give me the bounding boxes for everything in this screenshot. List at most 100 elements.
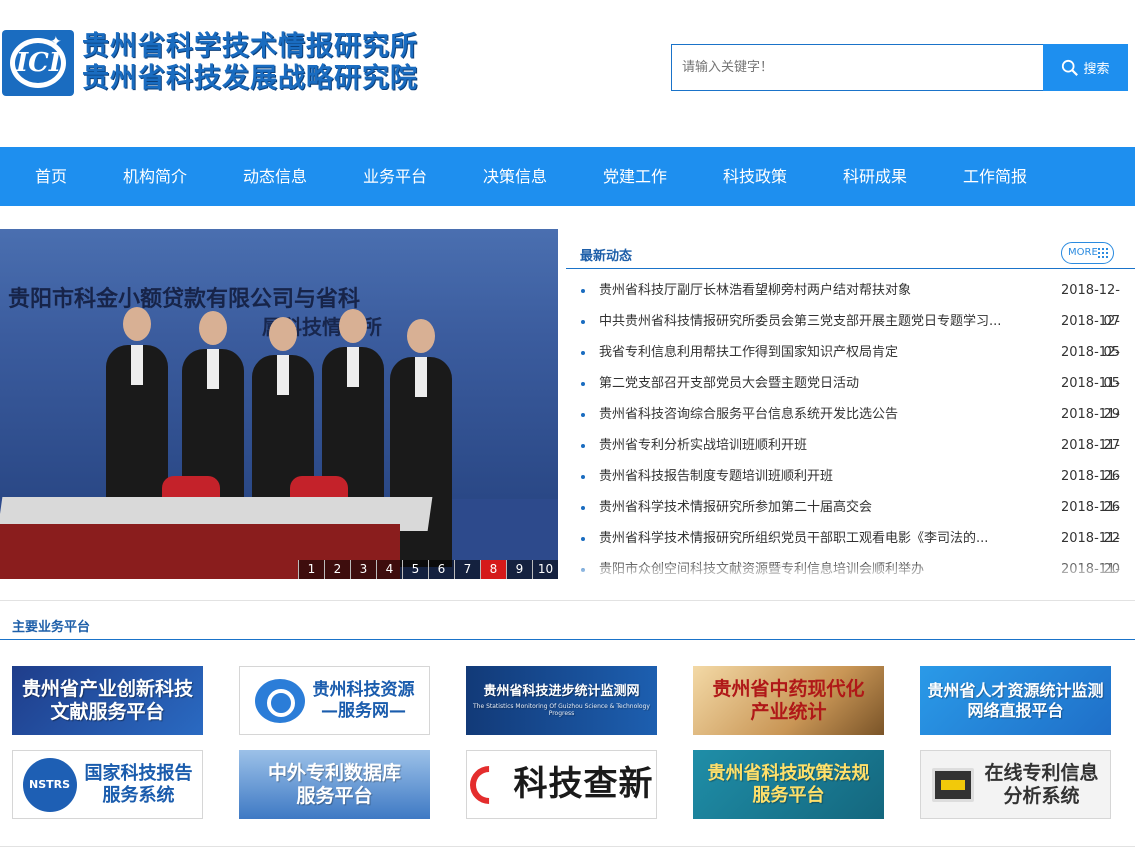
- slide-dot[interactable]: 3: [350, 560, 376, 579]
- tile-label-main: 贵州省科技进步统计监测网: [483, 683, 640, 699]
- news-fade-overlay: [566, 563, 1135, 579]
- logo-line-1: 贵州省科学技术情报研究所: [82, 31, 418, 62]
- list-item[interactable]: 贵州省专利分析实战培训班顺利开班 2018-11-26: [566, 430, 1135, 484]
- platform-tile-patent-analysis[interactable]: 在线专利信息 分析系统: [920, 750, 1111, 819]
- platform-tile-progress-monitoring[interactable]: 贵州省科技进步统计监测网 The Statistics Monitoring O…: [466, 666, 657, 735]
- slide-dot[interactable]: 7: [454, 560, 480, 579]
- latest-news: 最新动态 MORE 贵州省科技厅副厅长林浩看望柳旁村两户结对帮扶对象 2018-1…: [566, 229, 1135, 579]
- slide-dot[interactable]: 10: [532, 560, 558, 579]
- news-item-title[interactable]: 贵州省科学技术情报研究所组织党员干部职工观看电影《李司法的...: [599, 523, 1024, 554]
- list-item[interactable]: 贵州省科学技术情报研究所组织党员干部职工观看电影《李司法的... 2018-11-…: [566, 523, 1135, 577]
- news-item-title[interactable]: 贵州省专利分析实战培训班顺利开班: [599, 430, 1024, 461]
- nav-item-platforms[interactable]: 业务平台: [363, 147, 427, 206]
- globe-icon: [254, 678, 305, 723]
- slide-dot[interactable]: 1: [298, 560, 324, 579]
- nav-item-about[interactable]: 机构简介: [123, 147, 187, 206]
- search-icon: [1062, 59, 1079, 76]
- tile-label: 贵州科技资源 —服务网—: [312, 680, 415, 721]
- tile-label: 科技查新: [513, 764, 654, 805]
- image-slider[interactable]: 贵阳市科金小额贷款有限公司与省科 属科技情报所 1 2 3 4 5 6 7 8 …: [0, 229, 558, 579]
- monitor-icon: [932, 767, 975, 802]
- tile-label: 贵州省科技进步统计监测网 The Statistics Monitoring O…: [466, 668, 657, 733]
- logo-line-2: 贵州省科技发展战略研究院: [82, 63, 418, 94]
- section-divider: [0, 600, 1135, 601]
- news-title: 最新动态: [580, 249, 633, 264]
- news-item-title[interactable]: 贵州省科技咨询综合服务平台信息系统开发比选公告: [599, 399, 1024, 430]
- nav-item-news[interactable]: 动态信息: [243, 147, 307, 206]
- person-figure: [106, 307, 168, 505]
- news-list: 贵州省科技厅副厅长林浩看望柳旁村两户结对帮扶对象 2018-12-07 中共贵州省…: [566, 275, 1135, 579]
- platform-tile-nstrs[interactable]: NSTRS 国家科技报告 服务系统: [12, 750, 203, 819]
- platform-tile-patent-database[interactable]: 中外专利数据库 服务平台: [239, 750, 430, 819]
- news-item-title[interactable]: 第二党支部召开支部党员大会暨主题党日活动: [599, 368, 1024, 399]
- slide-pagination: 1 2 3 4 5 6 7 8 9 10: [298, 560, 558, 579]
- site-header: ICI ✦ 贵州省科学技术情报研究所 贵州省科技发展战略研究院 搜索: [0, 0, 1135, 147]
- list-item[interactable]: 贵州省科技厅副厅长林浩看望柳旁村两户结对帮扶对象 2018-12-07: [566, 275, 1135, 329]
- news-item-title[interactable]: 贵州省科技报告制度专题培训班顺利开班: [599, 461, 1024, 492]
- logo-text[interactable]: 贵州省科学技术情报研究所 贵州省科技发展战略研究院: [82, 31, 418, 95]
- bullet-icon: [581, 506, 585, 510]
- news-item-title[interactable]: 贵州省科技厅副厅长林浩看望柳旁村两户结对帮扶对象: [599, 275, 1024, 306]
- platform-tile-policy-regulations[interactable]: 贵州省科技政策法规 服务平台: [693, 750, 884, 819]
- nav-item-home[interactable]: 首页: [35, 147, 67, 206]
- tile-label: 贵州省中药现代化 产业统计: [712, 677, 865, 723]
- bottom-divider: [0, 846, 1135, 847]
- bullet-icon: [581, 475, 585, 479]
- search-box: [671, 44, 1043, 91]
- logo-icon[interactable]: ICI ✦: [2, 30, 74, 96]
- nav-item-policy[interactable]: 科技政策: [723, 147, 787, 206]
- nav-item-research[interactable]: 科研成果: [843, 147, 907, 206]
- slide-dot[interactable]: 5: [402, 560, 428, 579]
- platform-tile-novelty-search[interactable]: 科技查新: [466, 750, 657, 819]
- more-button[interactable]: MORE: [1061, 242, 1114, 264]
- list-item[interactable]: 贵州省科学技术情报研究所参加第二十届高交会 2018-11-22: [566, 492, 1135, 546]
- platform-section-title: 主要业务平台: [12, 620, 91, 635]
- slide-dot[interactable]: 2: [324, 560, 350, 579]
- logo-mark-text: ICI: [16, 48, 62, 78]
- search-button[interactable]: 搜索: [1043, 44, 1128, 91]
- list-item[interactable]: 我省专利信息利用帮扶工作得到国家知识产权局肯定 2018-12-05: [566, 337, 1135, 391]
- list-item[interactable]: 贵州省科技报告制度专题培训班顺利开班 2018-11-26: [566, 461, 1135, 515]
- slide-dot[interactable]: 9: [506, 560, 532, 579]
- tile-label: 贵州省产业创新科技 文献服务平台: [21, 677, 193, 723]
- news-item-title[interactable]: 中共贵州省科技情报研究所委员会第三党支部开展主题党日专题学习...: [599, 306, 1024, 337]
- news-item-title[interactable]: 贵州省科学技术情报研究所参加第二十届高交会: [599, 492, 1024, 523]
- nav-item-briefing[interactable]: 工作简报: [963, 147, 1027, 206]
- news-header: 最新动态 MORE: [566, 229, 1135, 269]
- rainbow-arc-icon: [467, 757, 516, 812]
- slide-dot[interactable]: 4: [376, 560, 402, 579]
- bullet-icon: [581, 537, 585, 541]
- tile-label: 贵州省人才资源统计监测 网络直报平台: [927, 681, 1104, 720]
- search-input[interactable]: [672, 45, 1043, 90]
- nav-item-party[interactable]: 党建工作: [603, 147, 667, 206]
- bullet-icon: [581, 444, 585, 448]
- star-icon: ✦: [50, 34, 62, 50]
- slide-dot[interactable]: 6: [428, 560, 454, 579]
- platform-tile-tech-resources[interactable]: 贵州科技资源 —服务网—: [239, 666, 430, 735]
- platform-tile-industry-innovation[interactable]: 贵州省产业创新科技 文献服务平台: [12, 666, 203, 735]
- tile-label: 在线专利信息 分析系统: [984, 761, 1099, 807]
- slide-banner-text: 贵阳市科金小额贷款有限公司与省科: [8, 287, 361, 312]
- bullet-icon: [581, 382, 585, 386]
- grid-icon: [1098, 248, 1108, 258]
- list-item[interactable]: 贵州省科技咨询综合服务平台信息系统开发比选公告 2018-11-27: [566, 399, 1135, 453]
- tile-label-sub: The Statistics Monitoring Of Guizhou Sci…: [473, 703, 650, 718]
- platform-title-underline: [0, 639, 1135, 640]
- bullet-icon: [581, 320, 585, 324]
- platform-tile-talent-statistics[interactable]: 贵州省人才资源统计监测 网络直报平台: [920, 666, 1111, 735]
- bullet-icon: [581, 351, 585, 355]
- tile-label: 贵州省科技政策法规 服务平台: [707, 762, 870, 806]
- news-item-title[interactable]: 我省专利信息利用帮扶工作得到国家知识产权局肯定: [599, 337, 1024, 368]
- tile-label: 中外专利数据库 服务平台: [267, 761, 401, 807]
- main-nav: 首页 机构简介 动态信息 业务平台 决策信息 党建工作 科技政策 科研成果 工作…: [0, 147, 1135, 206]
- more-label: MORE: [1068, 247, 1098, 258]
- search-button-label: 搜索: [1083, 62, 1110, 77]
- bullet-icon: [581, 289, 585, 293]
- nstrs-logo-icon: NSTRS: [22, 757, 77, 812]
- slide-dot-active[interactable]: 8: [480, 560, 506, 579]
- bullet-icon: [581, 413, 585, 417]
- platform-tile-tcm-statistics[interactable]: 贵州省中药现代化 产业统计: [693, 666, 884, 735]
- list-item[interactable]: 第二党支部召开支部党员大会暨主题党日活动 2018-11-29: [566, 368, 1135, 422]
- nav-item-decision[interactable]: 决策信息: [483, 147, 547, 206]
- list-item[interactable]: 中共贵州省科技情报研究所委员会第三党支部开展主题党日专题学习... 2018-12…: [566, 306, 1135, 360]
